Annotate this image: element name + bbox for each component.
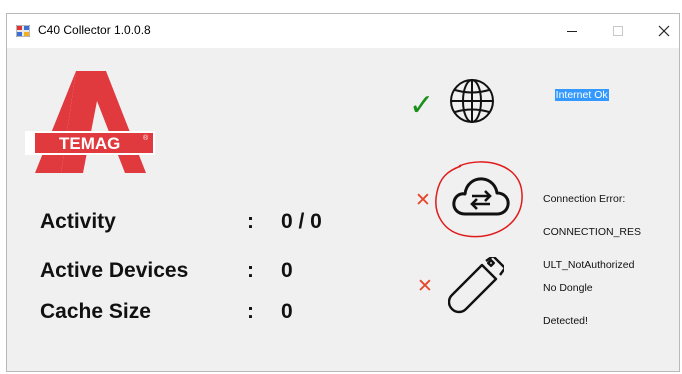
cache-size-label: Cache Size [40, 300, 151, 323]
app-window: C40 Collector 1.0.0.8 TEMAG ® Activity :… [6, 13, 680, 372]
minimize-button[interactable] [549, 14, 595, 48]
logo-registered-mark: ® [143, 134, 149, 142]
close-icon [658, 25, 670, 37]
cache-size-value: 0 [281, 300, 293, 323]
close-button[interactable] [641, 14, 682, 48]
connection-error-line-1: Connection Error: [543, 193, 626, 205]
dongle-missing-x-icon: ✕ [417, 275, 433, 297]
active-devices-value: 0 [281, 259, 293, 282]
minimize-icon [567, 31, 577, 32]
window-title: C40 Collector 1.0.0.8 [38, 23, 151, 37]
globe-icon [450, 79, 494, 123]
atemag-logo: TEMAG ® [25, 71, 155, 173]
active-devices-colon: : [247, 259, 254, 282]
title-bar[interactable]: C40 Collector 1.0.0.8 [7, 14, 679, 48]
cache-size-colon: : [247, 300, 254, 323]
cloud-sync-icon [452, 177, 510, 216]
maximize-button[interactable] [595, 14, 641, 48]
maximize-icon [613, 26, 623, 36]
usb-stick-icon [448, 257, 504, 314]
connection-error-line-2: CONNECTION_RES [543, 226, 642, 238]
dongle-status-line-2: Detected! [543, 315, 588, 327]
dongle-status-line-1: No Dongle [543, 282, 593, 294]
internet-ok-check-icon: ✓ [409, 88, 435, 123]
internet-status-text: Internet Ok [554, 89, 609, 101]
activity-label: Activity [40, 210, 116, 233]
logo-text: TEMAG [59, 134, 120, 153]
active-devices-label: Active Devices [40, 259, 189, 282]
activity-colon: : [247, 210, 254, 233]
app-icon [16, 25, 30, 37]
activity-value: 0 / 0 [281, 210, 322, 233]
